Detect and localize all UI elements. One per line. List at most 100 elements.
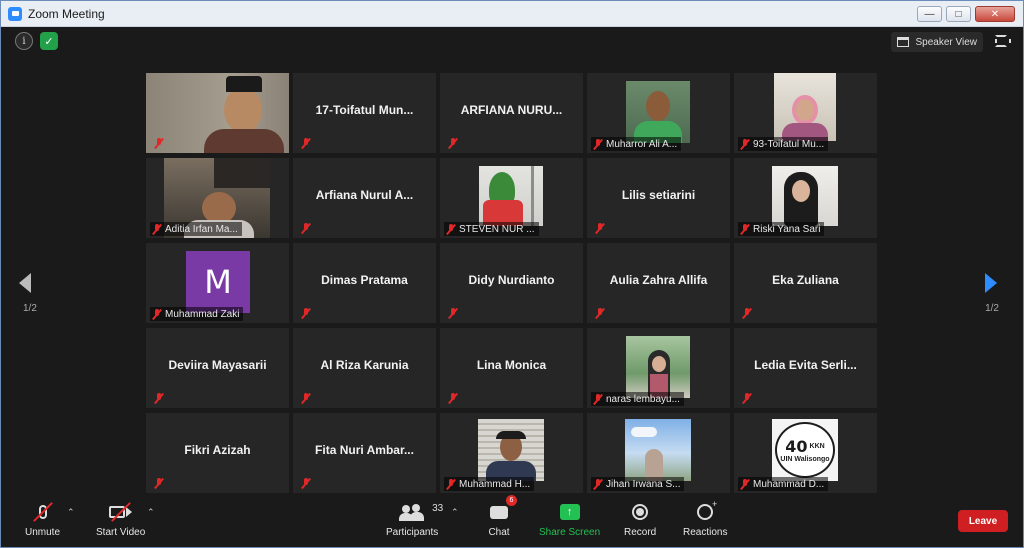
fullscreen-icon[interactable] bbox=[995, 35, 1011, 47]
participant-tile[interactable]: Fita Nuri Ambar... bbox=[293, 413, 436, 493]
participant-tile[interactable]: Lilis setiarini bbox=[587, 158, 730, 238]
participant-tile[interactable]: Arfiana Nurul A... bbox=[293, 158, 436, 238]
kkn-logo-number: 40 bbox=[785, 437, 808, 456]
chat-button[interactable]: 6 Chat bbox=[485, 495, 517, 538]
participant-tile[interactable]: M Muhammad Zaki bbox=[146, 243, 289, 323]
participant-tile[interactable]: 17-Toifatul Mun... bbox=[293, 73, 436, 153]
participant-tile[interactable]: Aulia Zahra Allifa bbox=[587, 243, 730, 323]
mic-muted-icon bbox=[593, 478, 603, 490]
participant-name: Dimas Pratama bbox=[321, 273, 408, 287]
arrow-left-icon bbox=[19, 273, 31, 293]
participant-tile[interactable]: Deviira Mayasarii bbox=[146, 328, 289, 408]
participant-tile[interactable]: 40 KKN UIN Walisongo Muhammad D... bbox=[734, 413, 877, 493]
participant-tile[interactable]: 93-Toifatul Mu... bbox=[734, 73, 877, 153]
participant-tile[interactable]: Riski Yana Sari bbox=[734, 158, 877, 238]
participant-tile[interactable]: Jihan Irwana S... bbox=[587, 413, 730, 493]
participant-label-text: Muharror Ali A... bbox=[606, 138, 678, 150]
previous-page-button[interactable] bbox=[19, 273, 37, 295]
participant-tile[interactable]: Al Riza Karunia bbox=[293, 328, 436, 408]
participants-button[interactable]: 33 Participants bbox=[386, 501, 443, 538]
title-bar: Zoom Meeting — □ ✕ bbox=[1, 1, 1023, 27]
participant-label-text: 93-Toifatul Mu... bbox=[753, 138, 825, 150]
participant-tile[interactable]: Lina Monica bbox=[440, 328, 583, 408]
participant-label: 93-Toifatul Mu... bbox=[738, 137, 829, 151]
participants-options-chevron-icon[interactable]: ⌃ bbox=[451, 507, 459, 518]
participant-tile[interactable]: Muhammad H... bbox=[440, 413, 583, 493]
microphone-muted-icon bbox=[29, 501, 57, 523]
chat-unread-badge: 6 bbox=[506, 495, 517, 506]
participant-name: Fikri Azizah bbox=[184, 443, 251, 457]
participant-name: Arfiana Nurul A... bbox=[315, 188, 414, 202]
mic-muted-icon bbox=[154, 478, 164, 489]
audio-options-chevron-icon[interactable]: ⌃ bbox=[67, 507, 75, 518]
start-video-label: Start Video bbox=[96, 527, 146, 538]
mic-muted-icon bbox=[152, 223, 162, 235]
unmute-button[interactable]: Unmute bbox=[25, 501, 60, 538]
mic-muted-icon bbox=[448, 393, 458, 404]
video-feed bbox=[479, 166, 543, 226]
participant-tile[interactable]: naras lembayu... bbox=[587, 328, 730, 408]
reactions-label: Reactions bbox=[683, 527, 728, 538]
share-screen-button[interactable]: ↑ Share Screen bbox=[539, 501, 600, 538]
video-feed bbox=[626, 336, 690, 398]
avatar: M bbox=[186, 251, 250, 313]
participant-name: Eka Zuliana bbox=[772, 273, 839, 287]
participant-tile[interactable]: ARFIANA NURU... bbox=[440, 73, 583, 153]
kkn-logo-text: UIN Walisongo bbox=[780, 456, 830, 463]
participant-label-text: Aditia Irfan Ma... bbox=[165, 223, 238, 235]
participant-tile[interactable]: Dimas Pratama bbox=[293, 243, 436, 323]
participant-tile[interactable]: Fikri Azizah bbox=[146, 413, 289, 493]
mic-muted-icon bbox=[740, 223, 750, 235]
video-options-chevron-icon[interactable]: ⌃ bbox=[147, 507, 155, 518]
participant-tile[interactable]: Aditia Irfan Ma... bbox=[146, 158, 289, 238]
mic-muted-icon bbox=[154, 138, 164, 149]
participant-label: Aditia Irfan Ma... bbox=[150, 222, 242, 236]
mic-muted-icon bbox=[593, 138, 603, 150]
participant-tile[interactable]: Eka Zuliana bbox=[734, 243, 877, 323]
participant-label: Muharror Ali A... bbox=[591, 137, 682, 151]
participant-tile[interactable]: Muharror Ali A... bbox=[587, 73, 730, 153]
chat-label: Chat bbox=[488, 527, 510, 538]
shield-icon[interactable]: ✓ bbox=[40, 32, 58, 50]
participants-icon: 33 bbox=[398, 501, 443, 523]
participants-label: Participants bbox=[386, 527, 439, 538]
mic-muted-icon bbox=[446, 223, 456, 235]
mic-muted-icon bbox=[595, 223, 605, 234]
kkn-logo: 40 KKN UIN Walisongo bbox=[775, 422, 835, 478]
unmute-label: Unmute bbox=[25, 527, 61, 538]
next-page-button[interactable] bbox=[985, 273, 1003, 295]
mic-muted-icon bbox=[595, 308, 605, 319]
speaker-view-button[interactable]: Speaker View bbox=[891, 32, 983, 52]
start-video-button[interactable]: Start Video bbox=[96, 501, 145, 538]
close-button[interactable]: ✕ bbox=[975, 6, 1015, 22]
participant-name: ARFIANA NURU... bbox=[460, 103, 563, 117]
mic-muted-icon bbox=[740, 478, 750, 490]
mic-muted-icon bbox=[448, 308, 458, 319]
minimize-button[interactable]: — bbox=[917, 6, 942, 22]
maximize-button[interactable]: □ bbox=[946, 6, 971, 22]
participant-tile[interactable]: STEVEN NUR ... bbox=[440, 158, 583, 238]
participant-label-text: Muhammad H... bbox=[459, 478, 531, 490]
mic-muted-icon bbox=[742, 393, 752, 404]
info-icon[interactable]: i bbox=[15, 32, 33, 50]
reactions-button[interactable]: + Reactions bbox=[683, 499, 728, 538]
kkn-logo-tag: KKN bbox=[809, 443, 825, 450]
gallery-grid: 17-Toifatul Mun... ARFIANA NURU... Muhar… bbox=[146, 73, 879, 493]
participant-name: Lina Monica bbox=[476, 358, 547, 372]
participant-label: naras lembayu... bbox=[591, 392, 684, 406]
emoji-reaction-icon: + bbox=[691, 499, 719, 523]
mic-muted-icon bbox=[301, 478, 311, 489]
arrow-right-icon bbox=[985, 273, 997, 293]
participant-label: STEVEN NUR ... bbox=[444, 222, 539, 236]
record-button[interactable]: Record bbox=[624, 501, 656, 538]
share-screen-icon: ↑ bbox=[556, 501, 584, 523]
participant-tile[interactable] bbox=[146, 73, 289, 153]
participant-label-text: Riski Yana Sari bbox=[753, 223, 821, 235]
video-feed bbox=[626, 81, 690, 143]
participant-label-text: Jihan Irwana S... bbox=[606, 478, 681, 490]
zoom-window: Zoom Meeting — □ ✕ i ✓ Speaker View 1/2 … bbox=[0, 0, 1024, 548]
participant-tile[interactable]: Didy Nurdianto bbox=[440, 243, 583, 323]
participant-tile[interactable]: Ledia Evita Serli... bbox=[734, 328, 877, 408]
mic-muted-icon bbox=[740, 138, 750, 150]
leave-button[interactable]: Leave bbox=[958, 510, 1008, 532]
